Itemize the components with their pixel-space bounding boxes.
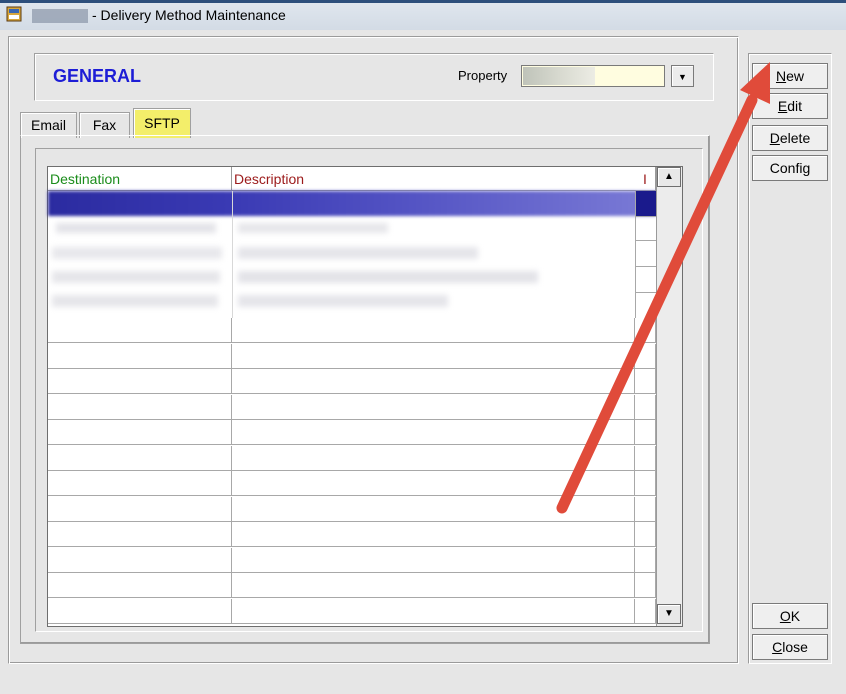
annotation-arrow-icon bbox=[556, 62, 770, 514]
